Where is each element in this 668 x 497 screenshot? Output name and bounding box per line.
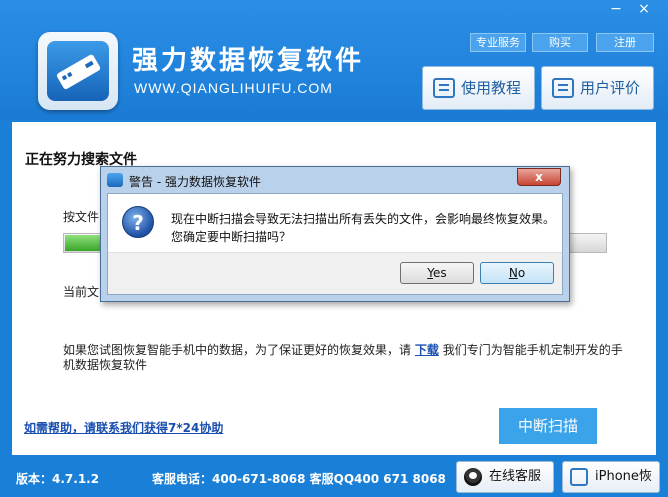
contact-text: 客服电话：400-671-8068 客服QQ400 671 8068 xyxy=(152,472,446,486)
qq-penguin-icon xyxy=(464,468,482,486)
tutorial-button[interactable]: 使用教程 xyxy=(422,66,535,110)
no-mnemonic: N xyxy=(508,266,518,280)
document-icon xyxy=(433,78,455,98)
buy-link[interactable]: 购买 xyxy=(532,33,588,52)
app-logo xyxy=(38,32,118,110)
dialog-message-line2: 您确定要中断扫描吗？ xyxy=(171,230,292,244)
smartphone-note: 如果您试图恢复智能手机中的数据，为了保证更好的恢复效果，请 下载 我们专门为智能… xyxy=(63,343,623,373)
dialog-message-line1: 现在中断扫描会导致无法扫描出所有丢失的文件，会影响最终恢复效果。 xyxy=(171,212,556,226)
dialog-body: ? 现在中断扫描会导致无法扫描出所有丢失的文件，会影响最终恢复效果。 您确定要中… xyxy=(107,193,563,295)
register-link[interactable]: 注册 xyxy=(596,33,654,52)
app-small-icon xyxy=(107,173,123,187)
version-text: 版本：4.7.1.2 xyxy=(16,472,100,486)
online-service-label: 在线客服 xyxy=(489,469,542,484)
comment-icon xyxy=(552,78,574,98)
stop-scan-button[interactable]: 中断扫描 xyxy=(499,408,597,444)
dialog-title: 警告 - 强力数据恢复软件 xyxy=(129,175,261,189)
phone-icon xyxy=(570,468,588,486)
minimize-button[interactable]: − xyxy=(605,0,627,20)
dialog-close-button[interactable]: x xyxy=(517,168,561,186)
tutorial-label: 使用教程 xyxy=(461,79,522,97)
app-title: 强力数据恢复软件 xyxy=(132,46,365,76)
yes-label: es xyxy=(433,266,447,280)
app-header: − × 强力数据恢复软件 WWW.QIANGLIHUIFU.COM 专业服务 购… xyxy=(0,0,668,120)
warning-dialog: 警告 - 强力数据恢复软件 x ? 现在中断扫描会导致无法扫描出所有丢失的文件，… xyxy=(100,166,570,302)
hard-drive-icon xyxy=(47,41,109,101)
iphone-recovery-label: iPhone恢复 xyxy=(595,469,652,484)
window-close-button[interactable]: × xyxy=(633,0,655,20)
yes-button[interactable]: Yes xyxy=(400,262,474,284)
download-link[interactable]: 下载 xyxy=(415,343,439,357)
dialog-button-bar: Yes No xyxy=(108,252,562,294)
question-icon: ? xyxy=(122,206,154,238)
current-label: 当前文 xyxy=(63,285,100,299)
iphone-recovery-button[interactable]: iPhone恢复 xyxy=(562,461,660,493)
no-button[interactable]: No xyxy=(480,262,554,284)
note-text-before: 如果您试图恢复智能手机中的数据，为了保证更好的恢复效果，请 xyxy=(63,343,412,357)
review-button[interactable]: 用户评价 xyxy=(541,66,654,110)
no-label: o xyxy=(517,266,526,280)
review-label: 用户评价 xyxy=(580,79,641,97)
app-url: WWW.QIANGLIHUIFU.COM xyxy=(134,80,333,96)
pro-service-link[interactable]: 专业服务 xyxy=(470,33,526,52)
help-link[interactable]: 如需帮助，请联系我们获得7*24协助 xyxy=(24,419,223,436)
online-service-button[interactable]: 在线客服 xyxy=(456,461,554,493)
file-label: 按文件 xyxy=(63,210,100,224)
